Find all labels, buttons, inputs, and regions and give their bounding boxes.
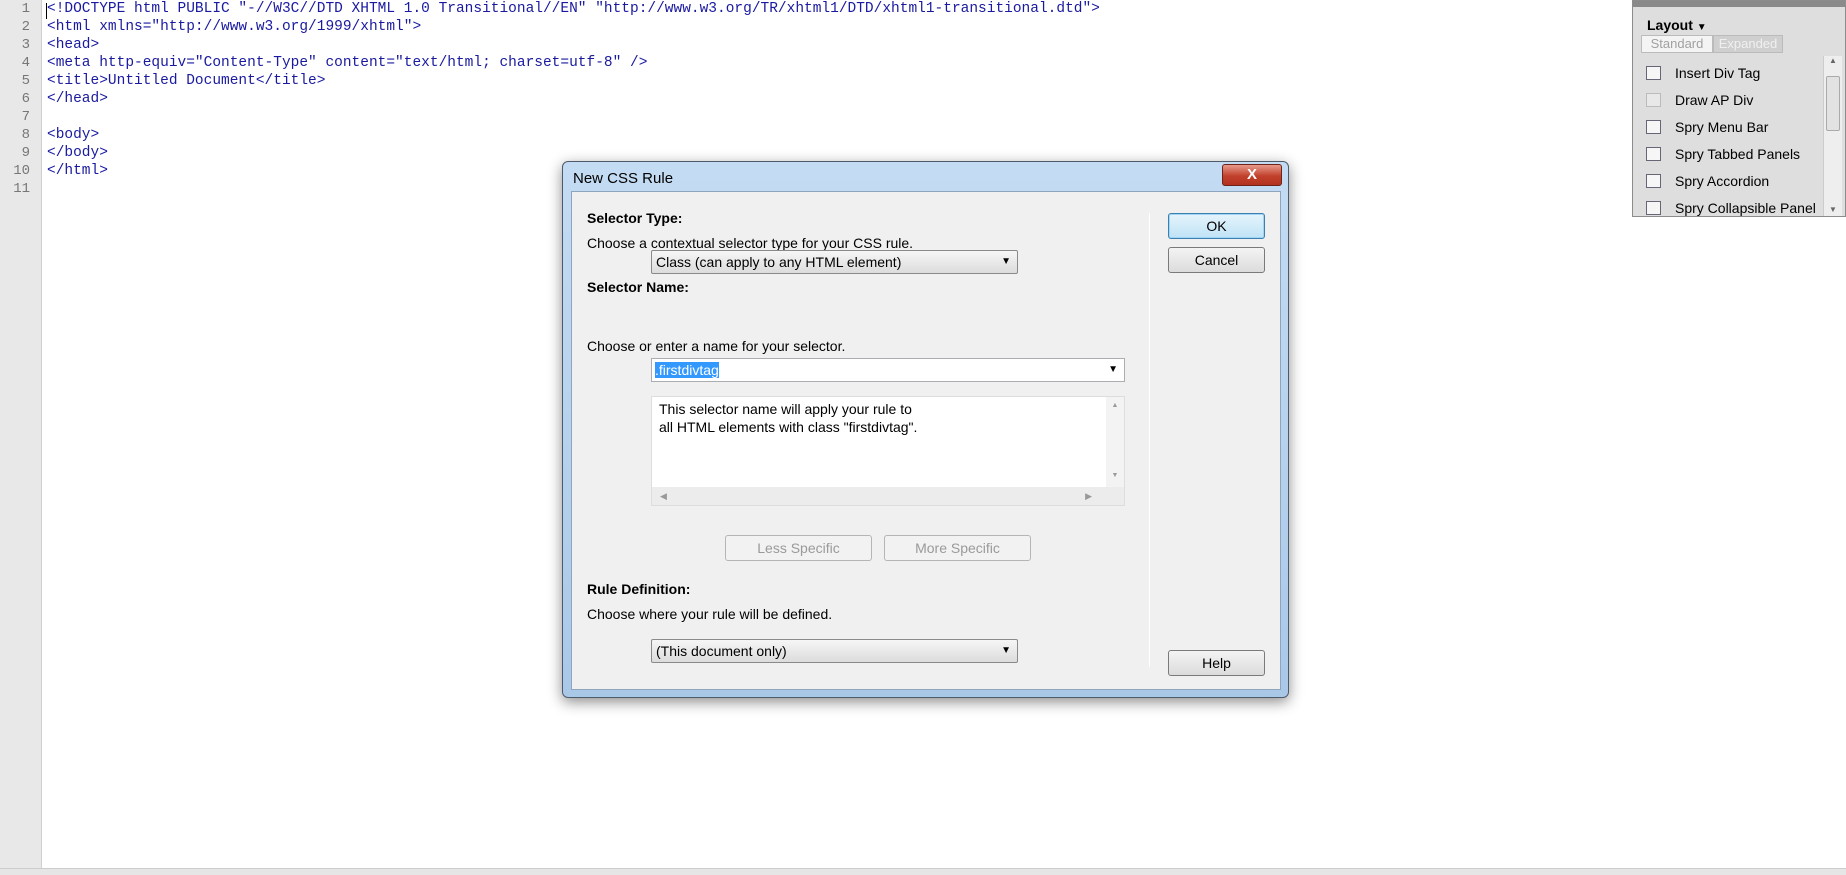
info-hscroll[interactable]: ◀ ▶ <box>652 487 1124 505</box>
code-line[interactable]: <html xmlns="http://www.w3.org/1999/xhtm… <box>47 19 421 35</box>
info-vscroll[interactable]: ▲ ▼ <box>1106 397 1124 489</box>
selector-name-heading: Selector Name: <box>587 279 689 295</box>
rule-definition-desc: Choose where your rule will be defined. <box>587 606 833 622</box>
ap-div-icon <box>1646 93 1661 107</box>
cancel-button[interactable]: Cancel <box>1168 247 1265 273</box>
insert-item[interactable]: Spry Tabbed Panels <box>1633 143 1823 167</box>
info-line: all HTML elements with class "firstdivta… <box>659 419 918 435</box>
selector-type-heading: Selector Type: <box>587 210 683 226</box>
rule-definition-select[interactable]: (This document only) ▼ <box>651 639 1018 663</box>
insert-item-label: Spry Collapsible Panel <box>1675 200 1816 216</box>
less-specific-button[interactable]: Less Specific <box>725 535 872 561</box>
code-line[interactable]: <title>Untitled Document</title> <box>47 73 325 89</box>
line-number: 2 <box>21 19 30 35</box>
code-line[interactable]: </body> <box>47 145 108 161</box>
new-css-rule-dialog: New CSS Rule X Selector Type: Choose a c… <box>562 161 1289 698</box>
help-button[interactable]: Help <box>1168 650 1265 676</box>
insert-item-label: Spry Tabbed Panels <box>1675 146 1801 162</box>
spry-tabbed-panels-icon <box>1646 147 1661 161</box>
tab-standard[interactable]: Standard <box>1641 35 1713 53</box>
insert-panel: Layout ▼ Standard Expanded Insert Div Ta… <box>1632 0 1846 217</box>
tab-expanded[interactable]: Expanded <box>1713 35 1783 53</box>
line-number: 11 <box>13 181 30 197</box>
scroll-thumb[interactable] <box>1826 76 1840 131</box>
info-line: This selector name will apply your rule … <box>659 401 912 417</box>
code-line[interactable]: <body> <box>47 127 99 143</box>
line-number: 8 <box>21 127 30 143</box>
spry-accordion-icon <box>1646 174 1661 188</box>
category-dropdown[interactable]: Layout ▼ <box>1647 17 1707 33</box>
line-number: 4 <box>21 55 30 71</box>
selector-type-desc: Choose a contextual selector type for yo… <box>587 235 914 251</box>
selector-name-input[interactable]: .firstdivtag <box>655 362 719 378</box>
div-tag-icon <box>1646 66 1661 80</box>
rule-definition-heading: Rule Definition: <box>587 581 691 597</box>
horizontal-scrollbar[interactable] <box>0 868 1846 875</box>
vertical-divider <box>1149 213 1150 667</box>
line-number: 10 <box>13 163 30 179</box>
selector-name-combobox[interactable]: .firstdivtag ▼ <box>651 358 1125 382</box>
insert-item[interactable]: Spry Collapsible Panel <box>1633 197 1823 221</box>
close-button[interactable]: X <box>1222 164 1282 186</box>
code-line[interactable]: <!DOCTYPE html PUBLIC "-//W3C//DTD XHTML… <box>47 1 1100 17</box>
panel-header <box>1633 1 1845 7</box>
more-specific-button[interactable]: More Specific <box>884 535 1031 561</box>
insert-item-label: Draw AP Div <box>1675 92 1754 108</box>
dropdown-arrow-icon: ▼ <box>1001 645 1011 656</box>
selector-info-box: This selector name will apply your rule … <box>651 396 1125 506</box>
insert-item[interactable]: Insert Div Tag <box>1633 62 1823 86</box>
insert-item[interactable]: Spry Menu Bar <box>1633 116 1823 140</box>
scroll-up-icon[interactable]: ▲ <box>1824 56 1842 65</box>
dialog-title: New CSS Rule <box>573 170 674 187</box>
insert-item-label: Insert Div Tag <box>1675 65 1761 81</box>
selector-type-select[interactable]: Class (can apply to any HTML element) ▼ <box>651 250 1018 274</box>
scroll-down-icon[interactable]: ▼ <box>1824 205 1842 214</box>
spry-menu-bar-icon <box>1646 120 1661 134</box>
insert-item-label: Spry Menu Bar <box>1675 119 1769 135</box>
insert-item[interactable]: Draw AP Div <box>1633 89 1823 113</box>
panel-scrollbar[interactable]: ▲ ▼ <box>1823 56 1842 216</box>
ok-button[interactable]: OK <box>1168 213 1265 239</box>
line-number: 6 <box>21 91 30 107</box>
line-number: 9 <box>21 145 30 161</box>
dropdown-arrow-icon: ▼ <box>1696 22 1707 33</box>
insert-item[interactable]: Spry Accordion <box>1633 170 1823 194</box>
code-line[interactable]: </html> <box>47 163 108 179</box>
dropdown-arrow-icon: ▼ <box>1001 256 1011 267</box>
code-line[interactable]: <meta http-equiv="Content-Type" content=… <box>47 55 647 71</box>
code-line[interactable]: </head> <box>47 91 108 107</box>
line-number: 5 <box>21 73 30 89</box>
dropdown-arrow-icon[interactable]: ▼ <box>1108 359 1118 381</box>
line-number: 3 <box>21 37 30 53</box>
line-number: 1 <box>21 1 30 17</box>
selector-name-desc: Choose or enter a name for your selector… <box>587 338 846 354</box>
line-number: 7 <box>21 109 30 125</box>
spry-collapsible-panel-icon <box>1646 201 1661 215</box>
code-line[interactable]: <head> <box>47 37 99 53</box>
text-caret <box>46 3 47 19</box>
line-number-gutter: 1 2 3 4 5 6 7 8 9 10 11 <box>0 0 42 868</box>
insert-item-label: Spry Accordion <box>1675 173 1770 189</box>
dialog-body: Selector Type: Choose a contextual selec… <box>571 191 1281 690</box>
